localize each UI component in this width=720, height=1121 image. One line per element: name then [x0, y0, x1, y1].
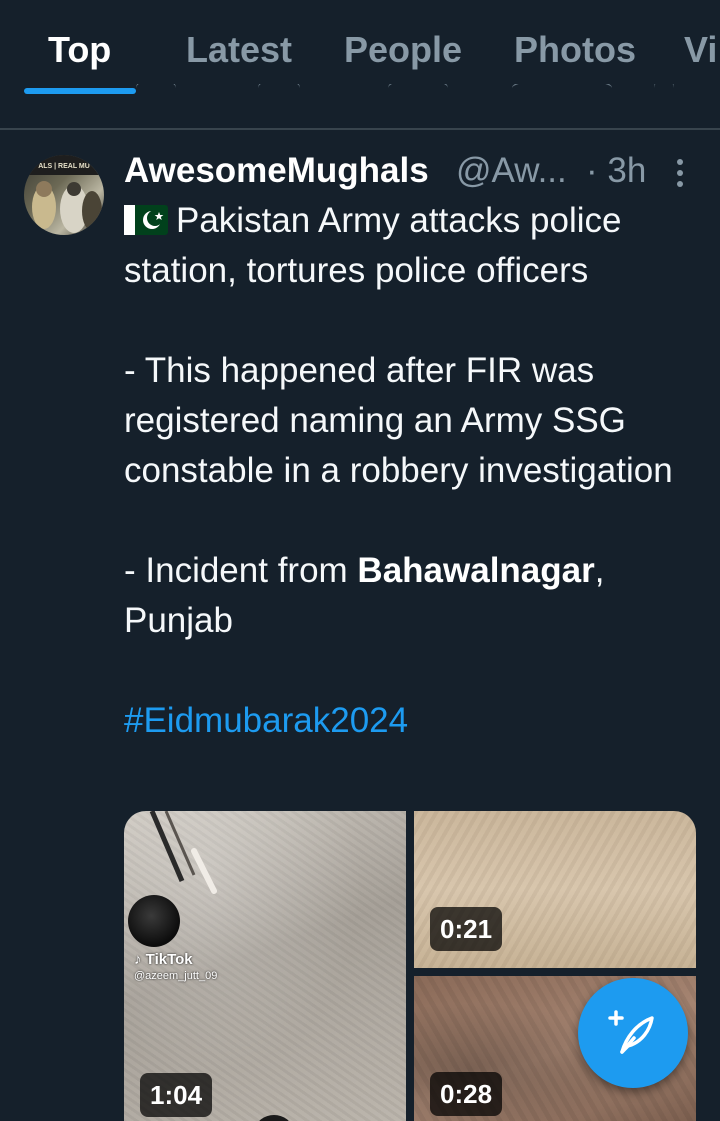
tab-people[interactable]: People: [344, 28, 462, 72]
tab-videos[interactable]: Vi: [684, 28, 717, 72]
tiktok-handle: @azeem_jutt_09: [134, 970, 218, 982]
tiktok-icon: ♪: [134, 951, 146, 968]
retweet-icon: [258, 84, 300, 100]
video-thumbnail-1[interactable]: ♪ TikTok @azeem_jutt_09 1:04: [124, 811, 406, 1121]
search-results-screen: Top Latest People Photos Vi ALS | REAL M…: [0, 0, 720, 1121]
tweet-text[interactable]: Pakistan Army attacks police station, to…: [124, 196, 694, 746]
tab-photos[interactable]: Photos: [514, 28, 636, 72]
video-duration: 0:28: [430, 1072, 503, 1116]
tweet-divider: [0, 128, 720, 130]
video-thumbnail-2[interactable]: 0:21: [414, 811, 696, 968]
reply-icon: [136, 84, 176, 100]
tab-latest[interactable]: Latest: [186, 28, 292, 72]
video-duration: 1:04: [140, 1073, 213, 1117]
tweet-timestamp[interactable]: · 3h: [586, 148, 646, 194]
tab-top[interactable]: Top: [48, 28, 111, 72]
compose-tweet-icon: [608, 1010, 654, 1054]
avatar[interactable]: ALS | REAL MU: [24, 155, 104, 235]
tiktok-label: TikTok: [145, 951, 193, 968]
author-name[interactable]: AwesomeMughals: [124, 148, 429, 194]
tweet-header: AwesomeMughals @Aw... · 3h: [124, 148, 714, 194]
tweet-paragraph-1: - This happened after FIR was registered…: [124, 351, 673, 490]
author-handle[interactable]: @Aw...: [456, 148, 567, 194]
tweet-paragraph-2: - Incident from Bahawalnagar, Punjab: [124, 546, 694, 646]
avatar-logo-text: ALS | REAL MU: [38, 163, 90, 170]
hashtag-link[interactable]: #Eidmubarak2024: [124, 701, 408, 740]
tweet-headline-line: Pakistan Army attacks police station, to…: [124, 196, 694, 296]
tiktok-watermark: ♪ TikTok @azeem_jutt_09: [134, 951, 284, 982]
location-bold: Bahawalnagar: [357, 551, 595, 590]
share-icon: [654, 84, 674, 100]
more-options-icon[interactable]: [672, 158, 688, 188]
pakistan-flag-icon: [124, 205, 168, 235]
video-duration: 0:21: [430, 907, 503, 951]
dark-object: [128, 895, 180, 947]
compose-tweet-button[interactable]: [578, 978, 688, 1088]
like-icon: [388, 84, 448, 100]
search-tabs: Top Latest People Photos Vi: [0, 0, 720, 96]
previous-tweet-actions: [0, 84, 720, 104]
paragraph-2-prefix: - Incident from: [124, 551, 358, 590]
views-icon: [512, 84, 612, 100]
tweet-headline: Pakistan Army attacks police station, to…: [124, 201, 622, 290]
